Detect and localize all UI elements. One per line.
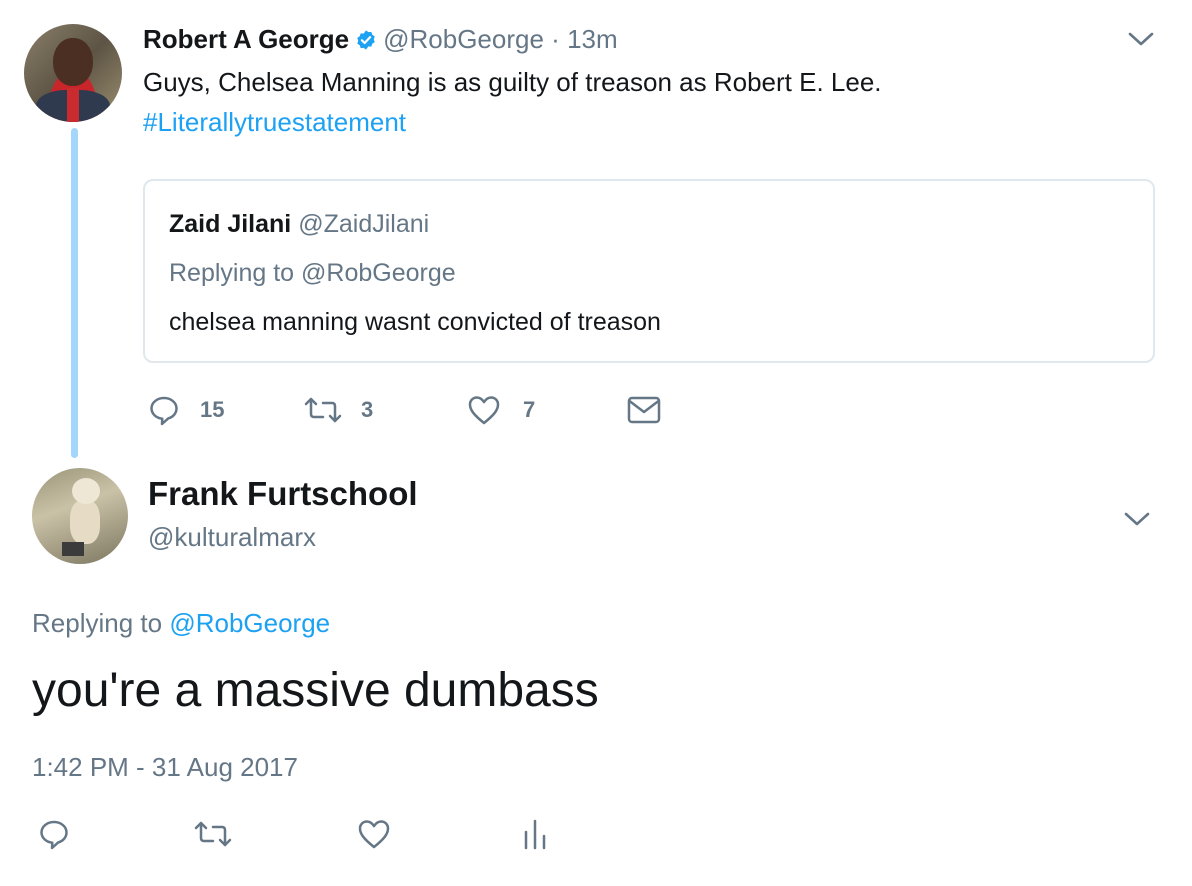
parent-tweet-body: Guys, Chelsea Manning is as guilty of tr…: [143, 62, 882, 142]
reply-tweet-text: you're a massive dumbass: [32, 664, 599, 717]
reply-display-name[interactable]: Frank Furtschool: [148, 474, 418, 514]
parent-time[interactable]: 13m: [567, 24, 618, 54]
reply-count: 15: [200, 397, 225, 422]
reply-button[interactable]: 15: [148, 394, 224, 426]
quoted-tweet-text: chelsea manning wasnt convicted of treas…: [169, 308, 661, 336]
separator-dot: ·: [551, 24, 560, 54]
reply-timestamp[interactable]: 1:42 PM - 31 Aug 2017: [32, 749, 298, 785]
replying-to-label: Replying to: [32, 608, 163, 638]
retweet-count: 3: [361, 397, 374, 422]
analytics-button[interactable]: [523, 818, 547, 850]
like-icon: [358, 820, 390, 849]
like-count: 7: [523, 397, 536, 422]
header-separator: ·: [544, 24, 567, 54]
reply-replying-to: Replying to @RobGeorge: [32, 605, 330, 641]
avatar-frank-furtschool[interactable]: [32, 468, 128, 564]
chevron-down-icon[interactable]: [1123, 510, 1151, 528]
parent-display-name[interactable]: Robert A George: [143, 24, 349, 54]
direct-message-icon: [627, 396, 661, 424]
parent-handle[interactable]: @RobGeorge: [383, 24, 544, 54]
avatar-sign: [62, 542, 84, 556]
quoted-replying-to: Replying to @RobGeorge: [169, 259, 456, 287]
hashtag-link[interactable]: #Literallytruestatement: [143, 102, 882, 142]
replying-to-mention[interactable]: @RobGeorge: [169, 608, 330, 638]
quoted-tweet-header: Zaid Jilani @ZaidJilani: [169, 207, 429, 241]
retweet-icon: [304, 397, 342, 423]
reply-handle[interactable]: @kulturalmarx: [148, 520, 316, 554]
quoted-handle: @ZaidJilani: [298, 210, 430, 238]
thread-connector-line: [71, 128, 78, 458]
reply-button[interactable]: [38, 818, 70, 850]
reply-icon: [150, 396, 178, 426]
avatar-dog-head: [72, 478, 100, 504]
avatar-robert-a-george[interactable]: [24, 24, 122, 122]
retweet-button[interactable]: [193, 818, 233, 850]
like-button[interactable]: [357, 818, 391, 850]
quoted-display-name: Zaid Jilani: [169, 210, 292, 238]
verified-badge-icon: [357, 30, 375, 50]
direct-message-button[interactable]: [627, 396, 661, 424]
avatar-face: [53, 38, 93, 86]
parent-tweet-text: Guys, Chelsea Manning is as guilty of tr…: [143, 67, 882, 97]
like-button[interactable]: 7: [467, 394, 535, 426]
retweet-icon: [194, 821, 232, 847]
tweet-thread: Robert A George @RobGeorge · 13m Guys, Ch…: [0, 0, 1192, 886]
avatar-dog-body: [70, 500, 100, 544]
retweet-button[interactable]: 3: [303, 394, 373, 426]
parent-tweet-header: Robert A George @RobGeorge · 13m: [143, 22, 618, 56]
quoted-tweet-card[interactable]: Zaid Jilani @ZaidJilani Replying to @Rob…: [143, 179, 1155, 363]
analytics-icon: [524, 819, 546, 850]
avatar-tie: [67, 88, 79, 122]
chevron-down-icon[interactable]: [1127, 30, 1155, 48]
like-icon: [468, 396, 500, 425]
reply-icon: [40, 820, 68, 850]
